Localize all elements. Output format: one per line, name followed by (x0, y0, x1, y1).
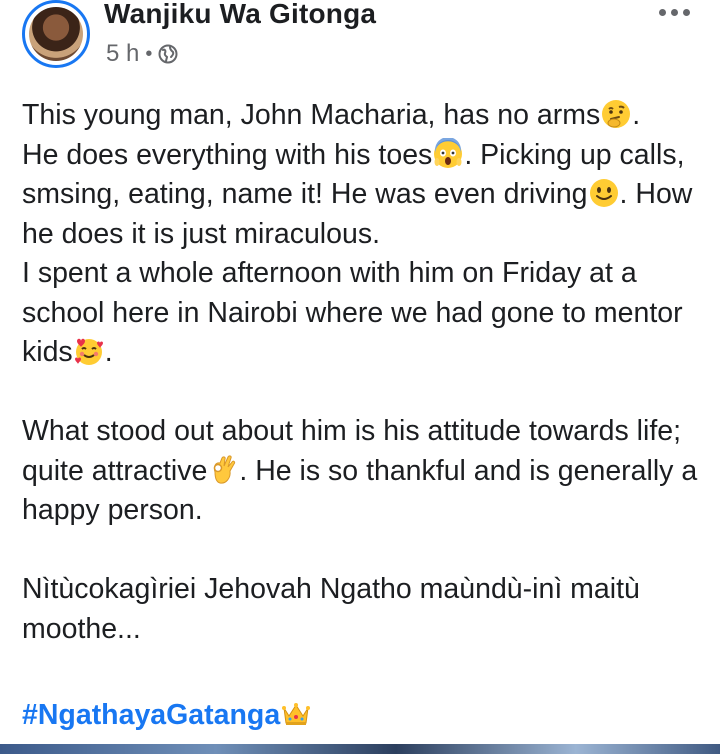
text-span: This young man, John Macharia, has no ar… (22, 99, 601, 131)
more-dot (658, 8, 666, 16)
avatar-photo (29, 7, 83, 61)
paragraph-2: What stood out about him is his attitude… (22, 412, 712, 531)
avatar[interactable] (22, 0, 90, 68)
meta-separator: • (145, 42, 153, 65)
paragraph-1: This young man, John Macharia, has no ar… (22, 96, 712, 373)
post-meta: 5 h • (106, 40, 178, 68)
hashtag-link[interactable]: #NgathayaGatanga (22, 698, 312, 732)
post-header: Wanjiku Wa Gitonga 5 h • (0, 0, 720, 80)
screaming-face-emoji (434, 137, 463, 168)
post-time[interactable]: 5 h (106, 40, 139, 68)
slightly-smiling-face-emoji (589, 179, 618, 207)
hashtag-text[interactable]: #NgathayaGatanga (22, 699, 280, 731)
attached-image-edge[interactable] (0, 744, 720, 754)
thinking-face-emoji (602, 100, 631, 128)
ok-hand-emoji (214, 454, 236, 484)
more-dot (682, 8, 690, 16)
paragraph-3: Nìtùcokagìriei Jehovah Ngatho maùndù-inì… (22, 573, 640, 645)
smiling-face-with-hearts-emoji (74, 338, 103, 365)
more-options-button[interactable] (652, 0, 696, 26)
author-name[interactable]: Wanjiku Wa Gitonga (104, 0, 376, 30)
crown-emoji (282, 703, 311, 725)
text-span: . (104, 336, 113, 368)
post-text: This young man, John Macharia, has no ar… (22, 96, 712, 649)
more-dot (670, 8, 678, 16)
globe-icon[interactable] (158, 44, 178, 64)
